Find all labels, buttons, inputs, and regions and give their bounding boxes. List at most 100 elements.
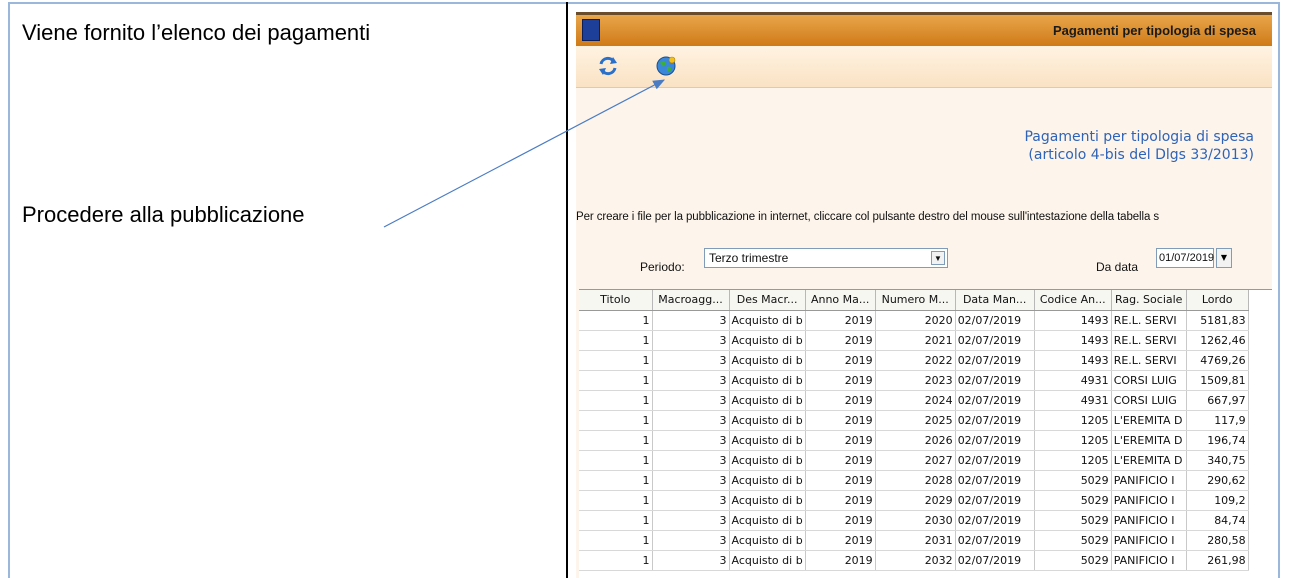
table-cell: 340,75 xyxy=(1186,450,1249,471)
table-row[interactable]: 1 3 Acquisto di b 2019 2025 02/07/2019 1205 L'E… xyxy=(579,410,1249,431)
table-cell: 1 xyxy=(579,550,653,571)
table-cell: 4931 xyxy=(1034,390,1112,411)
table-cell: 1205 xyxy=(1034,410,1112,431)
table-cell: 84,74 xyxy=(1186,510,1249,531)
table-row[interactable]: 1 3 Acquisto di b 2019 2023 02/07/2019 4931 COR… xyxy=(579,370,1249,391)
payments-table: Titolo Macroagg... Des Macr... Anno Ma... Nu… xyxy=(579,290,1249,571)
table-cell: 02/07/2019 xyxy=(955,530,1035,551)
table-cell: PANIFICIO I xyxy=(1111,530,1187,551)
table-cell: 2027 xyxy=(875,450,956,471)
column-header[interactable]: Anno Ma... xyxy=(805,290,876,311)
da-data-field[interactable]: 01/07/2019 xyxy=(1156,248,1214,268)
table-row[interactable]: 1 3 Acquisto di b 2019 2030 02/07/2019 5029 PAN… xyxy=(579,510,1249,531)
refresh-icon[interactable] xyxy=(596,54,620,78)
table-cell: 2019 xyxy=(805,450,876,471)
periodo-select[interactable]: Terzo trimestre ▼ xyxy=(704,248,948,268)
table-row[interactable]: 1 3 Acquisto di b 2019 2021 02/07/2019 1493 RE.… xyxy=(579,330,1249,351)
table-row[interactable]: 1 3 Acquisto di b 2019 2031 02/07/2019 5029 PAN… xyxy=(579,530,1249,551)
table-cell: L'EREMITA D xyxy=(1111,430,1187,451)
table-cell: 2030 xyxy=(875,510,956,531)
table-cell: Acquisto di b xyxy=(729,350,806,371)
date-dropdown-icon[interactable]: ▼ xyxy=(1216,248,1232,268)
table-cell: Acquisto di b xyxy=(729,450,806,471)
table-cell: Acquisto di b xyxy=(729,370,806,391)
table-cell: 3 xyxy=(652,310,730,331)
table-cell: 3 xyxy=(652,490,730,511)
table-cell: CORSI LUIG xyxy=(1111,390,1187,411)
table-cell: 2020 xyxy=(875,310,956,331)
table-row[interactable]: 1 3 Acquisto di b 2019 2029 02/07/2019 5029 PAN… xyxy=(579,490,1249,511)
table-row[interactable]: 1 3 Acquisto di b 2019 2028 02/07/2019 5029 PAN… xyxy=(579,470,1249,491)
app-window: Pagamenti per tipologia di spesa Pagamen… xyxy=(576,12,1272,578)
column-header[interactable]: Codice An... xyxy=(1034,290,1112,311)
table-cell: RE.L. SERVI xyxy=(1111,330,1187,351)
table-cell: RE.L. SERVI xyxy=(1111,310,1187,331)
table-cell: Acquisto di b xyxy=(729,430,806,451)
table-cell: 4769,26 xyxy=(1186,350,1249,371)
chevron-down-icon[interactable]: ▼ xyxy=(931,251,945,265)
table-cell: 02/07/2019 xyxy=(955,350,1035,371)
table-cell: 196,74 xyxy=(1186,430,1249,451)
table-cell: 117,9 xyxy=(1186,410,1249,431)
table-cell: 3 xyxy=(652,550,730,571)
column-header[interactable]: Titolo xyxy=(579,290,653,311)
column-header[interactable]: Data Man... xyxy=(955,290,1035,311)
column-header[interactable]: Rag. Sociale xyxy=(1111,290,1187,311)
table-row[interactable]: 1 3 Acquisto di b 2019 2020 02/07/2019 1493 RE.… xyxy=(579,310,1249,331)
document-column-divider xyxy=(566,2,568,578)
table-cell: 1 xyxy=(579,330,653,351)
table-cell: 2019 xyxy=(805,370,876,391)
table-cell: 1493 xyxy=(1034,330,1112,351)
table-cell: 02/07/2019 xyxy=(955,410,1035,431)
page-heading: Pagamenti per tipologia di spesa xyxy=(1024,129,1254,145)
table-cell: Acquisto di b xyxy=(729,330,806,351)
window-title: Pagamenti per tipologia di spesa xyxy=(1053,23,1256,38)
table-cell: 02/07/2019 xyxy=(955,550,1035,571)
table-cell: 5029 xyxy=(1034,530,1112,551)
column-header[interactable]: Lordo xyxy=(1186,290,1249,311)
table-cell: 5029 xyxy=(1034,470,1112,491)
table-cell: 2028 xyxy=(875,470,956,491)
table-cell: 1205 xyxy=(1034,450,1112,471)
table-row[interactable]: 1 3 Acquisto di b 2019 2026 02/07/2019 1205 L'E… xyxy=(579,430,1249,451)
table-cell: L'EREMITA D xyxy=(1111,410,1187,431)
table-cell: 1509,81 xyxy=(1186,370,1249,391)
column-header[interactable]: Numero M... xyxy=(875,290,956,311)
table-cell: 2021 xyxy=(875,330,956,351)
table-cell: 02/07/2019 xyxy=(955,510,1035,531)
table-cell: 3 xyxy=(652,470,730,491)
table-cell: 1 xyxy=(579,450,653,471)
table-cell: Acquisto di b xyxy=(729,530,806,551)
table-cell: 667,97 xyxy=(1186,390,1249,411)
title-bar: Pagamenti per tipologia di spesa xyxy=(576,12,1272,46)
table-cell: 109,2 xyxy=(1186,490,1249,511)
table-row[interactable]: 1 3 Acquisto di b 2019 2024 02/07/2019 4931 COR… xyxy=(579,390,1249,411)
table-cell: 2019 xyxy=(805,350,876,371)
table-cell: 2029 xyxy=(875,490,956,511)
table-cell: 1493 xyxy=(1034,350,1112,371)
table-cell: Acquisto di b xyxy=(729,410,806,431)
table-cell: 2019 xyxy=(805,390,876,411)
periodo-value: Terzo trimestre xyxy=(709,251,789,265)
table-cell: 1 xyxy=(579,390,653,411)
table-row[interactable]: 1 3 Acquisto di b 2019 2022 02/07/2019 1493 RE.… xyxy=(579,350,1249,371)
column-header[interactable]: Des Macr... xyxy=(729,290,806,311)
table-cell: 1 xyxy=(579,370,653,391)
table-cell: PANIFICIO I xyxy=(1111,470,1187,491)
table-cell: Acquisto di b xyxy=(729,550,806,571)
globe-publish-icon[interactable] xyxy=(654,54,678,78)
toolbar xyxy=(576,46,1272,88)
table-cell: 2022 xyxy=(875,350,956,371)
table-row[interactable]: 1 3 Acquisto di b 2019 2027 02/07/2019 1205 L'E… xyxy=(579,450,1249,471)
table-cell: 1 xyxy=(579,510,653,531)
table-cell: 1 xyxy=(579,530,653,551)
table-row[interactable]: 1 3 Acquisto di b 2019 2032 02/07/2019 5029 PAN… xyxy=(579,550,1249,571)
app-logo-icon xyxy=(582,19,600,41)
table-cell: 02/07/2019 xyxy=(955,390,1035,411)
table-cell: PANIFICIO I xyxy=(1111,490,1187,511)
table-cell: 3 xyxy=(652,510,730,531)
column-header[interactable]: Macroagg... xyxy=(652,290,730,311)
table-header-row: Titolo Macroagg... Des Macr... Anno Ma... Nu… xyxy=(579,290,1249,311)
table-cell: 5029 xyxy=(1034,490,1112,511)
table-cell: 3 xyxy=(652,370,730,391)
